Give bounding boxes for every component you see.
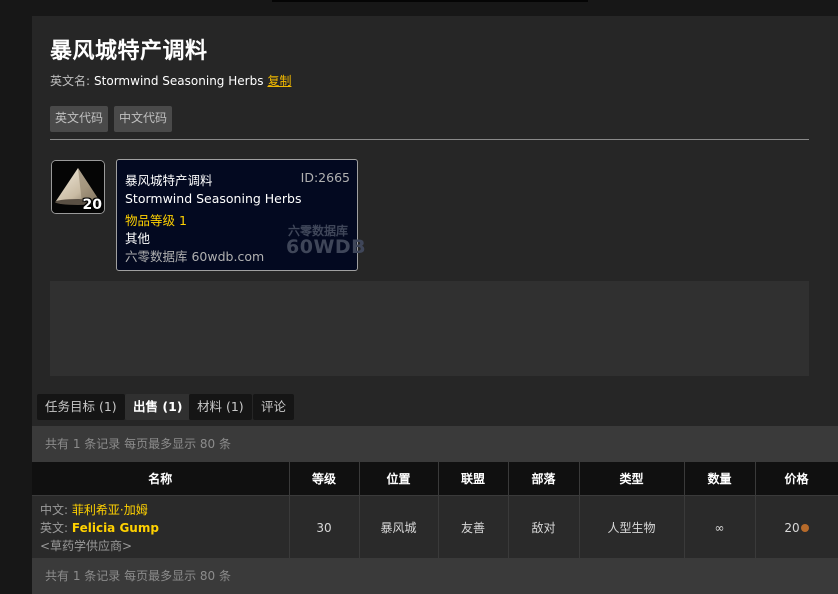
divider <box>50 139 809 140</box>
column-header-location[interactable]: 位置 <box>359 462 439 496</box>
tooltip-item-id: ID:2665 <box>300 170 350 185</box>
watermark-logo-en: 60WDB <box>286 236 367 258</box>
tab-comments[interactable]: 评论 <box>253 394 295 420</box>
price-cell: 20 <box>755 495 838 559</box>
quantity-cell: ∞ <box>684 495 756 559</box>
npc-name-en-link[interactable]: Felicia Gump <box>72 521 159 535</box>
column-header-name[interactable]: 名称 <box>32 462 290 496</box>
chinese-code-button[interactable]: 中文代码 <box>114 106 173 132</box>
tab-quest-objective[interactable]: 任务目标 (1) <box>37 394 125 420</box>
column-header-price[interactable]: 价格 <box>755 462 838 496</box>
record-summary-bottom: 共有 1 条记录 每页最多显示 80 条 <box>32 558 838 594</box>
type-cell: 人型生物 <box>579 495 685 559</box>
tooltip-site: 六零数据库 60wdb.com <box>125 249 265 264</box>
copy-link[interactable]: 复制 <box>267 74 291 88</box>
empty-content-box <box>50 281 809 376</box>
tab-reagent-for[interactable]: 材料 (1) <box>189 394 252 420</box>
english-name-row: 英文名: Stormwind Seasoning Herbs 复制 <box>50 72 291 89</box>
column-header-level[interactable]: 等级 <box>289 462 360 496</box>
stack-count: 20 <box>82 197 102 213</box>
top-strip <box>272 0 588 2</box>
level-cell: 30 <box>289 495 360 559</box>
npc-name-cn-link[interactable]: 菲利希亚·加姆 <box>72 503 148 517</box>
english-code-button[interactable]: 英文代码 <box>50 106 109 132</box>
tab-sold-by[interactable]: 出售 (1) <box>125 394 191 420</box>
column-header-type[interactable]: 类型 <box>579 462 685 496</box>
location-cell: 暴风城 <box>359 495 439 559</box>
horde-reaction-cell: 敌对 <box>508 495 580 559</box>
vendors-table: 名称 等级 位置 联盟 部落 类型 数量 价格 中文: 菲利希亚·加姆 英文: … <box>32 462 838 559</box>
tooltip-item-name: 暴风城特产调料 <box>125 173 213 188</box>
copper-coin-icon <box>800 524 809 532</box>
item-tooltip: 暴风城特产调料 ID:2665 Stormwind Seasoning Herb… <box>116 159 366 271</box>
en-label: 英文: <box>40 520 69 535</box>
tooltip-item-class: 其他 <box>125 231 151 246</box>
cn-label: 中文: <box>40 502 69 517</box>
record-summary-top: 共有 1 条记录 每页最多显示 80 条 <box>32 426 838 462</box>
alliance-reaction-cell: 友善 <box>438 495 509 559</box>
column-header-quantity[interactable]: 数量 <box>684 462 756 496</box>
english-name-value: Stormwind Seasoning Herbs <box>94 74 264 88</box>
page-title: 暴风城特产调料 <box>50 39 208 64</box>
npc-name-cell: 中文: 菲利希亚·加姆 英文: Felicia Gump <草药学供应商> <box>32 495 290 559</box>
table-row: 中文: 菲利希亚·加姆 英文: Felicia Gump <草药学供应商> 30… <box>32 495 838 559</box>
npc-title: <草药学供应商> <box>40 538 133 553</box>
npc-cn-line: 中文: 菲利希亚·加姆 <box>40 501 289 519</box>
tooltip-english-name: Stormwind Seasoning Herbs <box>125 191 302 206</box>
english-name-label: 英文名: <box>50 74 91 88</box>
price-value: 20 <box>784 520 800 535</box>
column-header-horde[interactable]: 部落 <box>508 462 580 496</box>
column-header-alliance[interactable]: 联盟 <box>438 462 509 496</box>
table-header-row: 名称 等级 位置 联盟 部落 类型 数量 价格 <box>32 462 838 496</box>
item-icon[interactable]: 20 <box>51 160 105 214</box>
tooltip-item-level: 物品等级 1 <box>125 213 187 228</box>
npc-en-line: 英文: Felicia Gump <box>40 519 289 537</box>
